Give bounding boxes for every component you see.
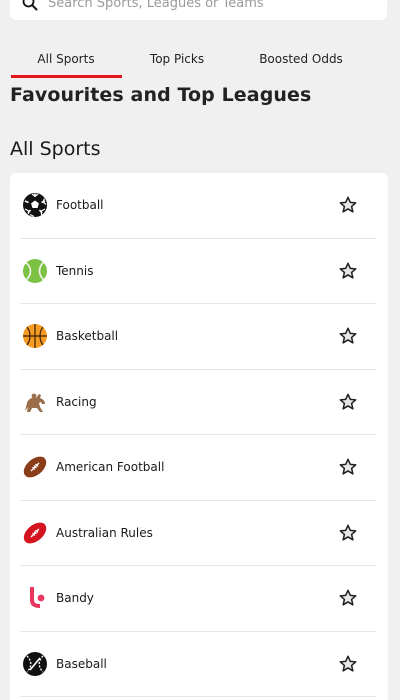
favourite-star-icon[interactable] [338,588,358,608]
bandy-icon [22,585,48,611]
favourite-star-icon[interactable] [338,523,358,543]
favourite-star-icon[interactable] [338,457,358,477]
favourites-heading: Favourites and Top Leagues [10,84,312,106]
sport-label: Australian Rules [56,525,153,540]
sport-row-australian-rules[interactable]: Australian Rules [20,501,376,566]
baseball-icon [22,651,48,677]
tab-top-picks[interactable]: Top Picks [128,40,226,78]
tennis-ball-icon [22,258,48,284]
sport-row-bandy[interactable]: Bandy [20,566,376,632]
sport-label: Football [56,198,104,213]
favourite-star-icon[interactable] [338,654,358,674]
sport-row-tennis[interactable]: Tennis [20,239,376,304]
sport-row-basketball[interactable]: Basketball [20,304,376,370]
search-input[interactable] [48,0,348,11]
favourite-star-icon[interactable] [338,392,358,412]
sports-list: Football Tennis Basketball Racing Americ… [10,173,388,700]
football-icon [22,192,48,218]
page: All Sports Top Picks Boosted Odds Favour… [0,0,400,700]
sport-label: Racing [56,394,97,409]
australian-rules-ball-icon [22,520,48,546]
tab-all-sports[interactable]: All Sports [11,40,121,78]
sport-row-racing[interactable]: Racing [20,370,376,435]
search-box[interactable] [10,0,387,20]
active-tab-indicator [11,75,122,78]
sport-label: Tennis [56,263,94,278]
sport-row-american-football[interactable]: American Football [20,435,376,501]
favourite-star-icon[interactable] [338,261,358,281]
sport-label: American Football [56,460,165,475]
search-icon [22,0,38,11]
sport-row-football[interactable]: Football [20,173,376,239]
american-football-icon [22,454,48,480]
tab-boosted-odds[interactable]: Boosted Odds [240,40,362,78]
favourite-star-icon[interactable] [338,326,358,346]
all-sports-heading: All Sports [10,138,101,160]
horse-racing-icon [22,389,48,415]
favourite-star-icon[interactable] [338,195,358,215]
sport-label: Bandy [56,591,94,606]
basketball-icon [22,323,48,349]
sport-label: Basketball [56,329,119,344]
sport-row-baseball[interactable]: Baseball [20,632,376,697]
sport-label: Baseball [56,656,107,671]
sports-tabs: All Sports Top Picks Boosted Odds [0,40,400,80]
